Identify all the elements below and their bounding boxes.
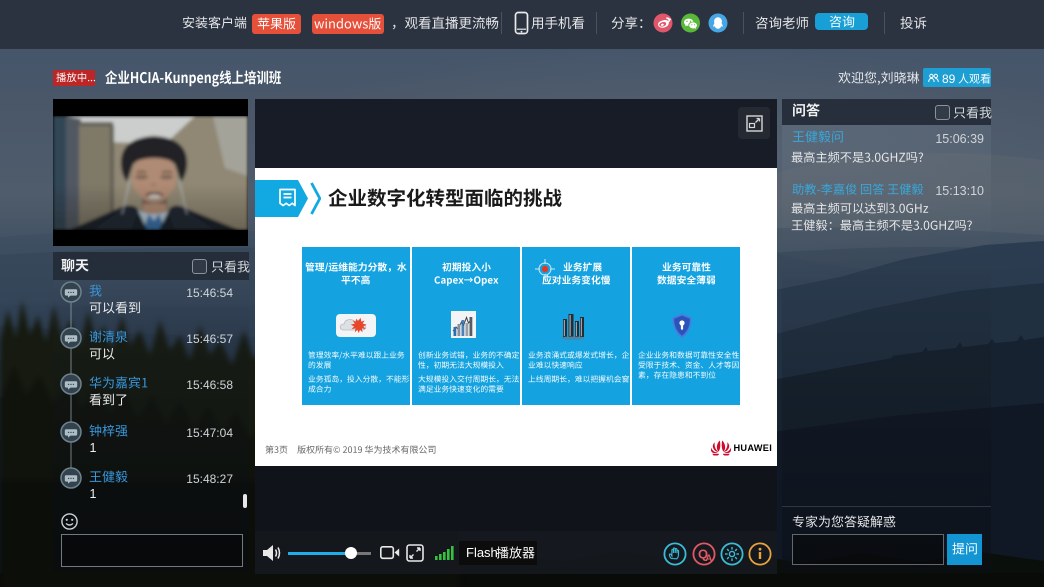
svg-text:A: A <box>705 553 712 564</box>
